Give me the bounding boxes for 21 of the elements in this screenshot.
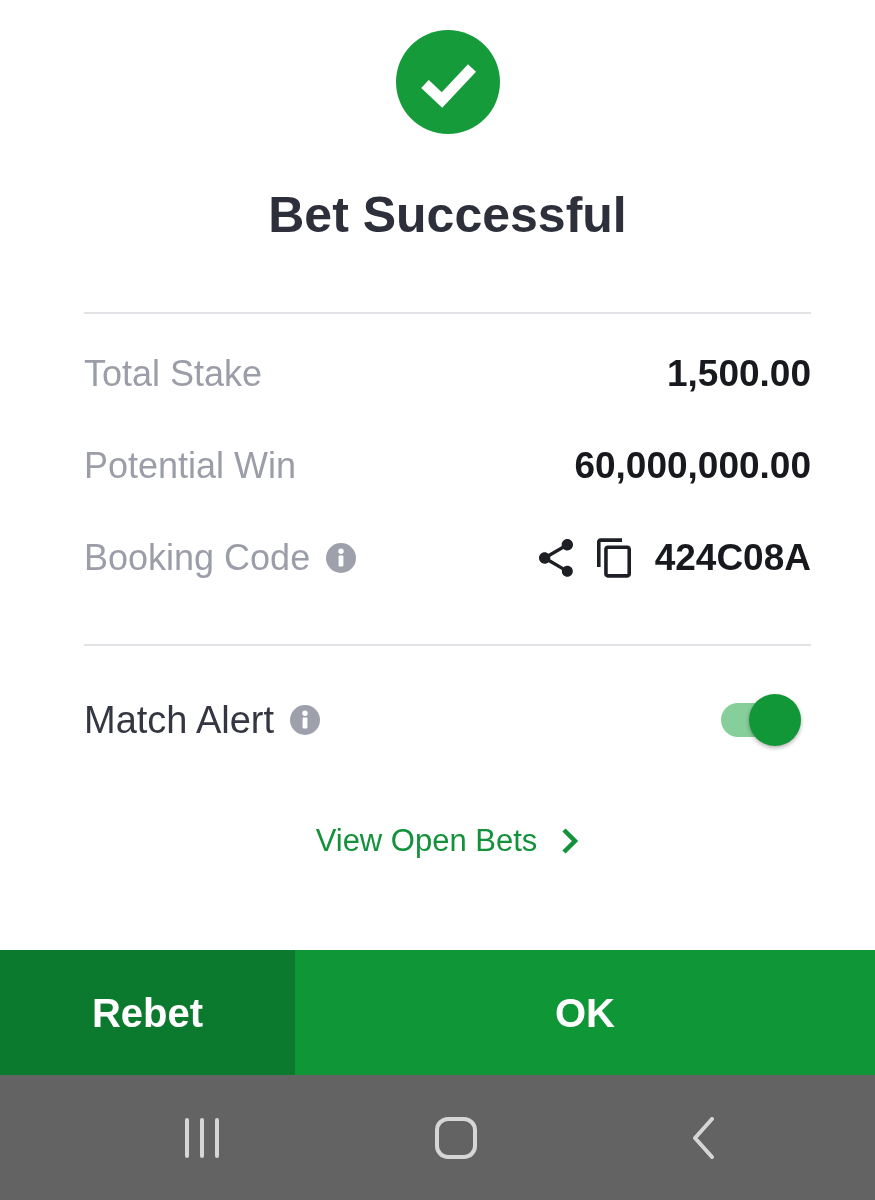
info-icon[interactable]	[326, 543, 357, 573]
summary-label: Total Stake	[84, 352, 263, 396]
success-title: Bet Successful	[267, 186, 628, 245]
match-alert-label: Match Alert	[84, 697, 275, 743]
rebet-button[interactable]: Rebet	[0, 950, 295, 1075]
summary-value: 1,500.00	[666, 352, 811, 397]
view-open-bets-link[interactable]: View Open Bets	[315, 818, 580, 865]
share-icon[interactable]	[538, 539, 573, 577]
summary-label: Booking Code	[84, 536, 311, 580]
match-alert-toggle[interactable]	[719, 692, 803, 748]
info-icon[interactable]	[290, 705, 321, 735]
summary-label: Potential Win	[84, 444, 297, 488]
chevron-right-icon	[561, 827, 580, 856]
booking-code: 424C08A	[654, 536, 811, 581]
copy-icon[interactable]	[596, 537, 631, 579]
recent-apps-icon[interactable]	[184, 1117, 220, 1158]
back-icon[interactable]	[692, 1116, 715, 1159]
ok-button[interactable]: OK	[295, 950, 875, 1075]
success-check-icon	[395, 30, 500, 134]
summary-value: 60,000,000.00	[574, 444, 811, 489]
home-icon[interactable]	[435, 1116, 477, 1159]
